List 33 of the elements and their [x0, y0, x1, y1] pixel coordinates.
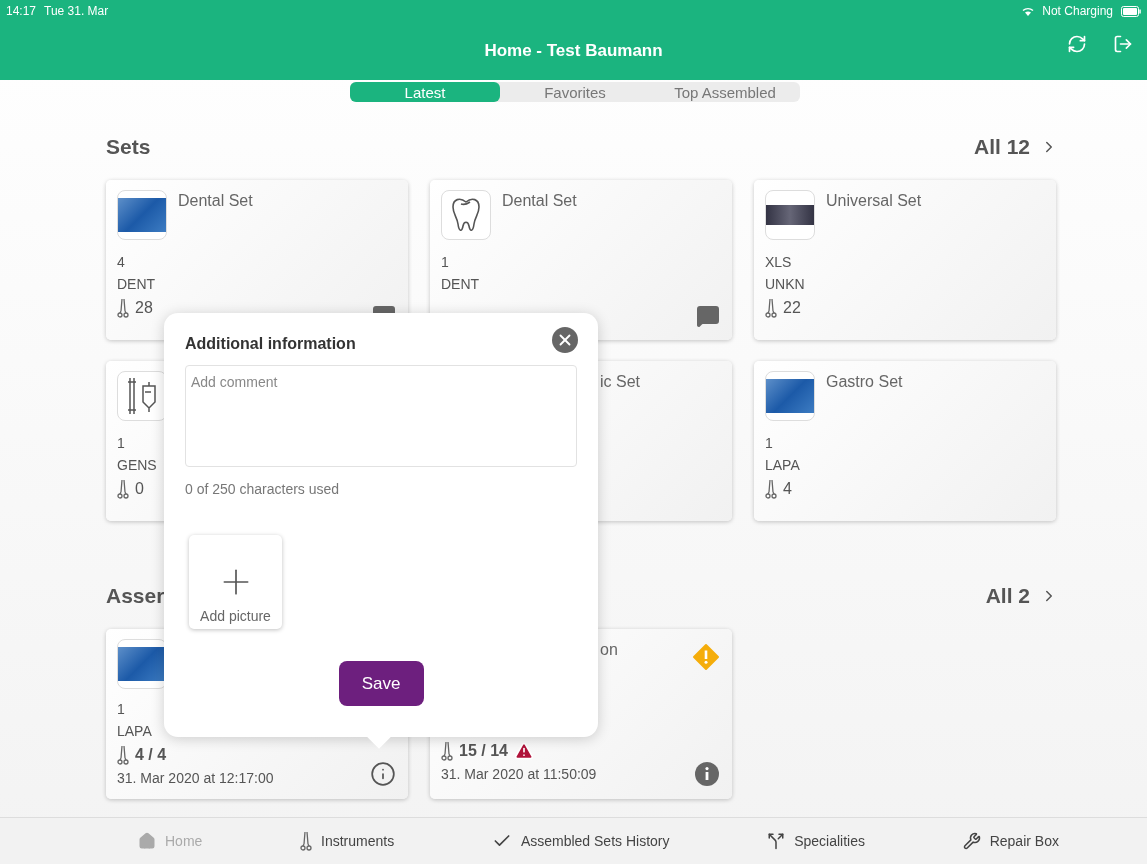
- charging-status: Not Charging: [1042, 4, 1113, 18]
- set-title: Universal Set: [826, 191, 922, 211]
- set-title: Dental Set: [502, 191, 577, 211]
- assembly-date: 31. Mar 2020 at 11:50:09: [441, 766, 597, 782]
- set-count: 1: [117, 435, 125, 451]
- screen-title: Home - Test Baumann: [484, 41, 663, 61]
- instrument-count: 22: [783, 299, 801, 317]
- set-count: 1: [441, 254, 449, 270]
- assembly-date: 31. Mar 2020 at 12:17:00: [117, 770, 274, 786]
- character-counter: 0 of 250 characters used: [185, 481, 341, 497]
- status-time: 14:17: [6, 4, 37, 18]
- specialty-code: LAPA: [765, 457, 800, 473]
- set-count: 1: [117, 701, 125, 717]
- instrument-count: 4: [783, 480, 792, 498]
- status-date: Tue 31. Mar: [44, 4, 109, 18]
- set-title: Gastro Set: [826, 372, 903, 392]
- instrument-count: 28: [135, 299, 153, 317]
- specialty-code: LAPA: [117, 723, 152, 739]
- instrument-count: 4 / 4: [135, 746, 167, 764]
- set-title: Dental Set: [178, 191, 253, 211]
- specialty-code: GENS: [117, 457, 157, 473]
- set-count: 1: [765, 435, 773, 451]
- specialty-code: DENT: [441, 276, 480, 292]
- set-title: ic Set: [599, 372, 640, 392]
- set-count: XLS: [765, 254, 792, 270]
- set-count: 4: [117, 254, 125, 270]
- section-title: Asser: [106, 584, 165, 608]
- specialty-code: UNKN: [765, 276, 805, 292]
- instrument-count: 0: [135, 480, 144, 498]
- set-title: on: [599, 640, 618, 660]
- instrument-count: 15 / 14: [459, 742, 508, 760]
- specialty-code: DENT: [117, 276, 156, 292]
- section-title: Sets: [106, 135, 151, 159]
